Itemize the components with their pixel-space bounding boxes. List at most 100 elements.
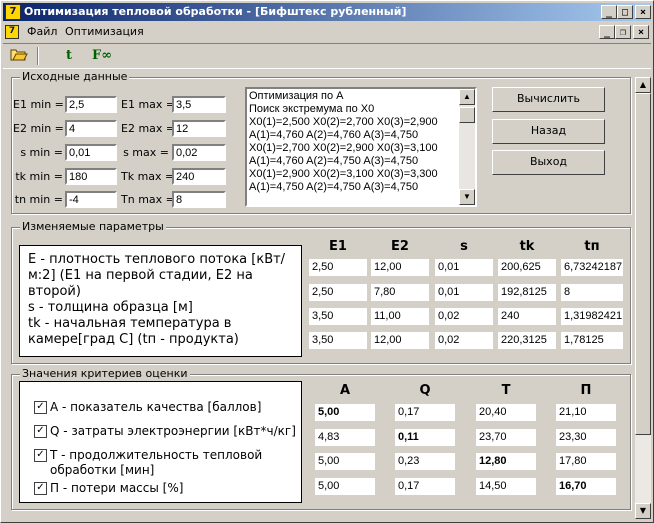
toolbar: t F∞ (3, 43, 651, 69)
scroll-up-button[interactable]: ▲ (459, 89, 475, 105)
criteria-column-header: Q (419, 383, 431, 398)
param-cell[interactable]: 1,78125 (561, 332, 623, 349)
param-cell[interactable]: 240 (498, 308, 556, 325)
criteria-cell: 4,83 (315, 429, 375, 446)
criterion-checkbox[interactable]: ✓ (34, 425, 47, 438)
param-cell[interactable]: 2,50 (309, 259, 367, 276)
criterion-item[interactable]: ✓ T - продолжительность тепловой обработк… (34, 448, 315, 478)
main-window: 7 Оптимизация тепловой обработки - [Бифш… (0, 0, 654, 523)
log-line: Поиск экстремума по X0 (249, 103, 375, 115)
main-scroll-up-button[interactable]: ▲ (635, 77, 651, 93)
exit-button[interactable]: Выход (492, 150, 605, 175)
param-cell[interactable]: 6,73242187 (561, 259, 623, 276)
main-scroll-thumb[interactable] (635, 93, 651, 435)
criteria-cell: 5,00 (315, 404, 375, 421)
criteria-column-header: T (501, 383, 511, 398)
criterion-label: A - показатель качества [баллов] (50, 400, 262, 414)
log-lines: Оптимизация по A Поиск экстремума по X0 X0… (247, 89, 475, 194)
menu-file[interactable]: Файл (27, 25, 57, 38)
max-input[interactable]: 12 (172, 120, 226, 137)
log-scrollbar[interactable]: ▲ ▼ (459, 89, 475, 205)
min-label: tn min = (14, 193, 63, 206)
param-cell[interactable]: 11,00 (371, 308, 429, 325)
param-cell[interactable]: 7,80 (371, 284, 429, 301)
child-restore-button[interactable]: ❐ (615, 25, 631, 39)
min-label: E1 min = (13, 98, 64, 111)
main-scroll-down-button[interactable]: ▼ (635, 503, 651, 519)
log-line: A(1)=4,760 A(2)=4,750 A(3)=4,750 (249, 155, 419, 167)
min-input[interactable]: 180 (65, 168, 117, 185)
max-input[interactable]: 0,02 (172, 144, 226, 161)
close-button[interactable]: × (635, 5, 651, 19)
param-cell[interactable]: 12,00 (371, 332, 429, 349)
criterion-checkbox[interactable]: ✓ (34, 482, 47, 495)
log-line: A(1)=4,760 A(2)=4,760 A(3)=4,750 (249, 129, 419, 141)
criterion-checkbox[interactable]: ✓ (34, 401, 47, 414)
criterion-label: Q - затраты электроэнергии [кВт*ч/кг] (50, 424, 296, 438)
param-cell[interactable]: 0,01 (435, 284, 493, 301)
main-scrollbar[interactable]: ▲ ▼ (635, 77, 651, 519)
criterion-item[interactable]: ✓ П - потери массы [%] (34, 481, 315, 496)
toolbar-separator (37, 47, 39, 65)
param-cell[interactable]: 0,02 (435, 308, 493, 325)
criteria-cell: 0,17 (395, 404, 455, 421)
param-cell[interactable]: 8 (561, 284, 623, 301)
title-bar[interactable]: 7 Оптимизация тепловой обработки - [Бифш… (3, 3, 651, 21)
param-cell[interactable]: 0,02 (435, 332, 493, 349)
criteria-column-header: A (339, 383, 351, 398)
max-input[interactable]: 8 (172, 191, 226, 208)
max-input[interactable]: 240 (172, 168, 226, 185)
criteria-cell: 0,11 (395, 429, 455, 446)
param-cell[interactable]: 0,01 (435, 259, 493, 276)
param-cell[interactable]: 192,8125 (498, 284, 556, 301)
criterion-item[interactable]: ✓ A - показатель качества [баллов] (34, 400, 315, 415)
params-column-header: s (460, 239, 468, 254)
minimize-button[interactable]: _ (601, 5, 617, 19)
open-folder-icon[interactable] (9, 47, 29, 65)
child-minimize-button[interactable]: _ (599, 25, 615, 39)
log-line: Оптимизация по A (249, 90, 344, 102)
scroll-thumb[interactable] (459, 107, 475, 123)
params-column-header: E2 (391, 239, 409, 254)
param-cell[interactable]: 3,50 (309, 308, 367, 325)
params-column-header: E1 (329, 239, 347, 254)
params-column-header: tk (519, 239, 535, 254)
criteria-cell: 23,30 (556, 429, 616, 446)
criterion-item[interactable]: ✓ Q - затраты электроэнергии [кВт*ч/кг] (34, 424, 315, 439)
log-line: A(1)=4,750 A(2)=4,750 A(3)=4,750 (249, 181, 419, 193)
min-input[interactable]: 0,01 (65, 144, 117, 161)
app-icon[interactable]: 7 (5, 4, 21, 20)
min-label: E2 min = (13, 122, 64, 135)
max-label: E2 max = (121, 122, 176, 135)
param-cell[interactable]: 200,625 (498, 259, 556, 276)
param-cell[interactable]: 12,00 (371, 259, 429, 276)
window-title: Оптимизация тепловой обработки - [Бифште… (24, 5, 407, 18)
back-button[interactable]: Назад (492, 119, 605, 144)
param-cell[interactable]: 220,3125 (498, 332, 556, 349)
f-optimize-button[interactable]: F∞ (89, 47, 115, 65)
min-input[interactable]: 2,5 (65, 96, 117, 113)
max-input[interactable]: 3,5 (172, 96, 226, 113)
maximize-button[interactable]: □ (617, 5, 633, 19)
params-title: Изменяемые параметры (20, 220, 166, 233)
param-cell[interactable]: 3,50 (309, 332, 367, 349)
max-label: E1 max = (121, 98, 176, 111)
menu-optimize[interactable]: Оптимизация (65, 25, 144, 38)
child-close-button[interactable]: × (633, 25, 649, 39)
min-input[interactable]: -4 (65, 191, 117, 208)
min-input[interactable]: 4 (65, 120, 117, 137)
criteria-cell: 20,40 (476, 404, 536, 421)
scroll-down-button[interactable]: ▼ (459, 189, 475, 205)
max-label: Tn max = (121, 193, 175, 206)
params-column-header: tп (584, 239, 600, 254)
criteria-title: Значения критериев оценки (20, 367, 190, 380)
child-window-icon[interactable]: 7 (5, 25, 19, 39)
t-optimize-button[interactable]: t (59, 47, 79, 65)
max-label: s max = (123, 146, 169, 159)
log-line: X0(1)=2,700 X0(2)=2,900 X0(3)=3,100 (249, 142, 438, 154)
compute-button[interactable]: Вычислить (492, 87, 605, 112)
criterion-checkbox[interactable]: ✓ (34, 449, 47, 462)
log-memo[interactable]: Оптимизация по A Поиск экстремума по X0 X0… (245, 87, 477, 207)
param-cell[interactable]: 1,31982421 (561, 308, 623, 325)
param-cell[interactable]: 2,50 (309, 284, 367, 301)
